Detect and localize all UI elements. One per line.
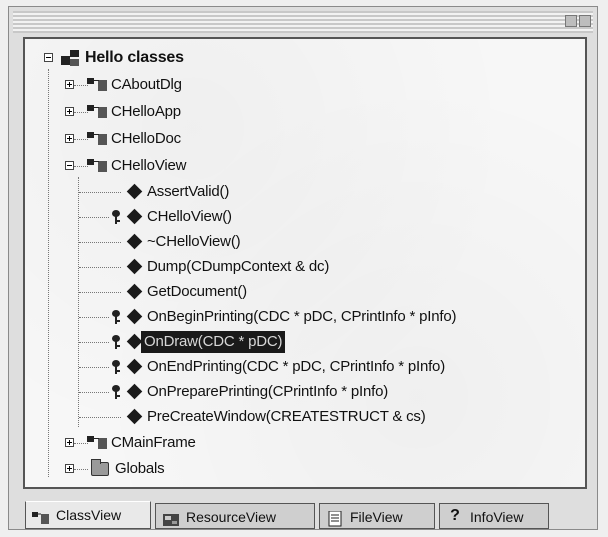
tree-item-caboutdlg[interactable]: CAboutDlg [65,74,182,96]
expand-icon[interactable] [65,80,74,89]
tree-item-chellodoc[interactable]: CHelloDoc [65,128,181,150]
member-label: OnEndPrinting(CDC * pDC, CPrintInfo * pI… [147,358,445,376]
tab-fileview[interactable]: FileView [319,503,435,529]
class-tree[interactable]: Hello classes CAboutDlg CHelloApp CHello… [23,37,587,489]
class-icon [87,132,109,146]
member-item[interactable]: AssertValid() [79,181,229,203]
class-icon [87,78,109,92]
minimize-icon[interactable] [565,15,577,27]
expand-icon[interactable] [65,107,74,116]
tree-item-cmainframe[interactable]: CMainFrame [65,432,196,454]
expand-icon[interactable] [65,438,74,447]
root-label: Hello classes [85,49,184,67]
method-icon [126,258,143,275]
tab-infoview[interactable]: ? InfoView [439,503,549,529]
tab-classview[interactable]: ClassView [25,501,151,529]
class-label: CHelloView [111,157,187,175]
method-icon [126,283,143,300]
member-label: Dump(CDumpContext & dc) [147,258,330,276]
class-icon [87,159,109,173]
class-icon [32,507,50,524]
member-item[interactable]: ~CHelloView() [79,231,241,253]
tree-item-chelloview[interactable]: CHelloView [65,155,186,177]
member-label: OnBeginPrinting(CDC * pDC, CPrintInfo * … [147,308,457,326]
tab-label: ClassView [56,507,122,523]
tree-item-chelloapp[interactable]: CHelloApp [65,101,181,123]
key-icon [111,310,121,324]
help-icon: ? [450,507,460,524]
view-tabs: ClassView ResourceView FileView ? InfoVi… [25,501,585,531]
close-icon[interactable] [579,15,591,27]
member-label: ~CHelloView() [147,233,241,251]
file-icon [326,509,344,527]
member-label: PreCreateWindow(CREATESTRUCT & cs) [147,408,426,426]
class-label: CAboutDlg [111,76,182,94]
member-item[interactable]: CHelloView() [79,206,232,228]
class-label: CHelloApp [111,103,181,121]
class-icon [87,105,109,119]
key-icon [111,385,121,399]
method-icon [126,183,143,200]
resource-icon [162,509,180,526]
member-item[interactable]: OnBeginPrinting(CDC * pDC, CPrintInfo * … [79,306,456,328]
project-icon [61,50,79,66]
class-label: CMainFrame [111,434,196,452]
member-item[interactable]: Dump(CDumpContext & dc) [79,256,329,278]
class-label: CHelloDoc [111,130,181,148]
method-icon [126,333,143,350]
expand-icon[interactable] [65,134,74,143]
member-item-selected[interactable]: OnDraw(CDC * pDC) [79,331,286,354]
tab-label: FileView [350,509,403,525]
folder-label: Globals [115,460,165,478]
member-item[interactable]: GetDocument() [79,281,247,303]
workspace-window: Hello classes CAboutDlg CHelloApp CHello… [8,6,598,530]
method-icon [126,233,143,250]
title-bar[interactable] [13,11,593,33]
member-label: AssertValid() [147,183,230,201]
member-label: OnDraw(CDC * pDC) [141,331,286,354]
tab-resourceview[interactable]: ResourceView [155,503,315,529]
tab-label: ResourceView [186,509,277,525]
tree-item-globals[interactable]: Globals [65,458,165,480]
member-label: OnPreparePrinting(CPrintInfo * pInfo) [147,383,389,401]
method-icon [126,383,143,400]
tree-guide [48,69,49,477]
expand-icon[interactable] [65,464,74,473]
key-icon [111,335,121,349]
member-item[interactable]: PreCreateWindow(CREATESTRUCT & cs) [79,406,426,428]
method-icon [126,308,143,325]
key-icon [111,360,121,374]
collapse-icon[interactable] [65,161,74,170]
method-icon [126,358,143,375]
member-label: GetDocument() [147,283,247,301]
member-item[interactable]: OnPreparePrinting(CPrintInfo * pInfo) [79,381,388,403]
key-icon [111,210,121,224]
tab-label: InfoView [470,509,524,525]
member-label: CHelloView() [147,208,232,226]
method-icon [126,208,143,225]
method-icon [126,408,143,425]
tree-root[interactable]: Hello classes [39,47,184,69]
collapse-icon[interactable] [44,53,53,62]
member-item[interactable]: OnEndPrinting(CDC * pDC, CPrintInfo * pI… [79,356,445,378]
class-icon [87,436,109,450]
folder-icon [91,459,109,476]
